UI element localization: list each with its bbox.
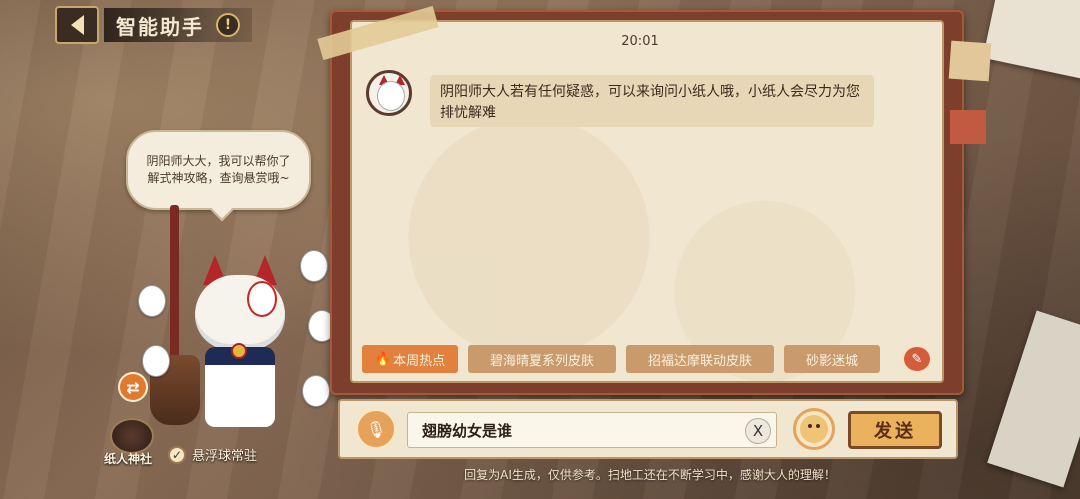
- topic-label: 砂影迷城: [805, 353, 858, 369]
- assistant-speech-text: 阴阳师大大，我可以帮你了解式神攻略，查询悬赏哦~: [146, 154, 291, 185]
- mask-icon: [300, 250, 328, 282]
- emoji-icon: [800, 415, 828, 443]
- decor-tab: [950, 110, 986, 144]
- mask-icon: [142, 345, 170, 377]
- topic-chip-hot[interactable]: 🔥 本周热点: [362, 345, 458, 373]
- flame-icon: 🔥: [374, 351, 392, 367]
- assistant-character[interactable]: [130, 205, 340, 435]
- mask-icon: [302, 375, 330, 407]
- assistant-avatar: [366, 70, 412, 116]
- chat-message: 阴阳师大人若有任何疑惑，可以来询问小纸人哦，小纸人会尽力为您排忧解难: [430, 75, 874, 127]
- topic-chip[interactable]: 砂影迷城: [784, 345, 880, 373]
- shrine-label[interactable]: 纸人神社: [104, 450, 152, 467]
- character-torso: [205, 347, 275, 427]
- clear-input-button[interactable]: X: [745, 418, 771, 444]
- microphone-icon[interactable]: 🎙: [355, 408, 397, 450]
- topic-label: 本周热点: [393, 353, 446, 369]
- send-button[interactable]: 发送: [848, 411, 942, 449]
- topic-label: 招福达摩联动皮肤: [647, 353, 752, 369]
- fox-mask-icon: [247, 281, 277, 317]
- back-button[interactable]: [55, 6, 99, 44]
- topic-chip[interactable]: 碧海晴夏系列皮肤: [468, 345, 616, 373]
- float-ball-toggle[interactable]: ✓ 悬浮球常驻: [168, 445, 257, 464]
- bell-icon: [231, 343, 247, 359]
- assistant-speech-bubble: 阴阳师大大，我可以帮你了解式神攻略，查询悬赏哦~: [126, 130, 311, 210]
- emoji-button[interactable]: [793, 408, 835, 450]
- ai-disclaimer: 回复为AI生成，仅供参考。扫地工还在不断学习中，感谢大人的理解！: [464, 468, 836, 482]
- chat-message-text: 阴阳师大人若有任何疑惑，可以来询问小纸人哦，小纸人会尽力为您排忧解难: [440, 84, 860, 121]
- topic-label: 碧海晴夏系列皮肤: [489, 353, 594, 369]
- chat-input[interactable]: 翅膀幼女是谁: [407, 412, 777, 448]
- character-body: [195, 255, 285, 430]
- page-title: 智能助手: [116, 14, 204, 39]
- mask-icon: [138, 285, 166, 317]
- chat-timestamp: 20:01: [621, 34, 659, 49]
- swap-icon[interactable]: ⇄: [118, 372, 148, 402]
- info-icon[interactable]: !: [216, 13, 240, 37]
- decor-tab: [948, 40, 992, 82]
- chevron-left-icon: [70, 15, 84, 35]
- shrine-icon[interactable]: [110, 418, 154, 454]
- avatar-face: [377, 81, 405, 111]
- topic-chip[interactable]: 招福达摩联动皮肤: [626, 345, 774, 373]
- edit-icon[interactable]: ✎: [902, 345, 932, 373]
- float-ball-label: 悬浮球常驻: [192, 449, 258, 464]
- checkbox-checked-icon[interactable]: ✓: [168, 445, 186, 464]
